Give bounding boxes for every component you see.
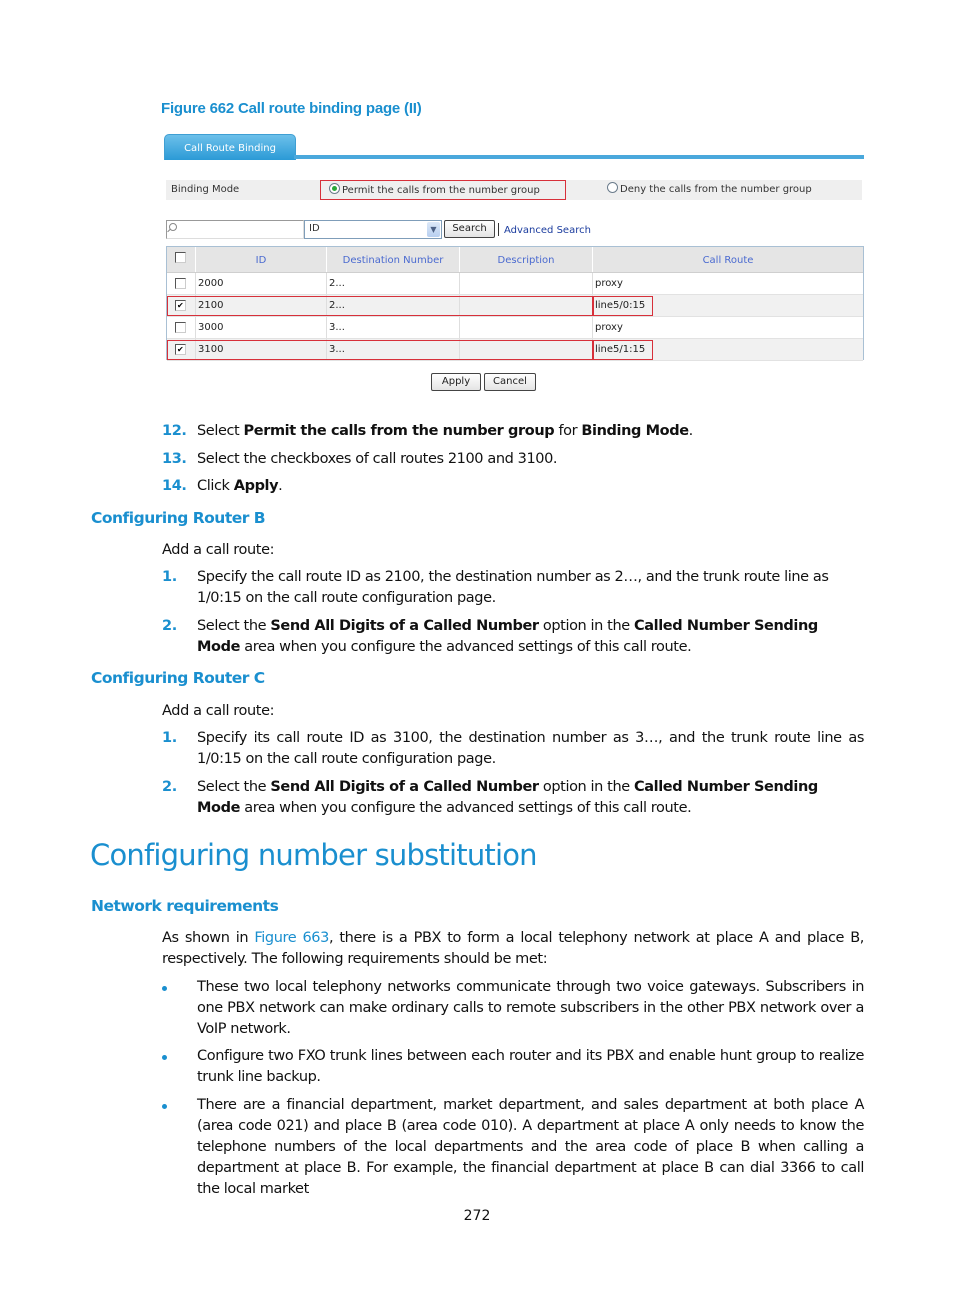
- router-c-intro: Add a call route:: [162, 703, 275, 719]
- bullet-icon: [162, 1104, 167, 1109]
- call-route-table: ID Destination Number Description Call R…: [166, 246, 864, 361]
- step-12: 12. Select Permit the calls from the num…: [162, 423, 693, 439]
- advanced-search-link[interactable]: Advanced Search: [504, 225, 591, 236]
- search-field-value: ID: [309, 223, 320, 234]
- column-header-destination[interactable]: Destination Number: [327, 247, 460, 272]
- binding-mode-row: Binding Mode Permit the calls from the n…: [166, 180, 862, 200]
- search-button[interactable]: Search: [444, 220, 495, 238]
- tab-call-route-binding[interactable]: Call Route Binding: [164, 134, 296, 160]
- highlight-box: [593, 296, 653, 316]
- cell-description: [460, 317, 593, 338]
- call-route-binding-page: Call Route Binding Binding Mode Permit t…: [164, 134, 864, 399]
- row-checkbox[interactable]: [175, 278, 186, 289]
- column-header-call-route[interactable]: Call Route: [593, 247, 863, 272]
- cancel-button[interactable]: Cancel: [484, 373, 536, 391]
- bullet-icon: [162, 1055, 167, 1060]
- cell-call-route: proxy: [595, 322, 623, 333]
- cell-checkbox: [167, 317, 196, 338]
- cell-id: 2000: [196, 273, 327, 294]
- binding-mode-label: Binding Mode: [171, 184, 240, 195]
- table-row[interactable]: 21002...line5/0:15: [167, 295, 863, 317]
- highlight-box: [167, 296, 593, 316]
- search-icon: [169, 223, 177, 231]
- section-title: Configuring number substitution: [90, 838, 538, 872]
- search-input[interactable]: [166, 220, 304, 239]
- cell-checkbox: [167, 273, 196, 294]
- router-c-step-2: 2. Select the Send All Digits of a Calle…: [162, 779, 818, 816]
- select-all-checkbox[interactable]: [175, 252, 186, 263]
- router-b-step-2: 2. Select the Send All Digits of a Calle…: [162, 618, 818, 655]
- figure-663-link[interactable]: Figure 663: [254, 930, 329, 946]
- chevron-down-icon[interactable]: ▼: [427, 222, 440, 237]
- tab-bar-line: [294, 155, 864, 159]
- separator: [498, 223, 499, 236]
- cell-call-route: proxy: [595, 278, 623, 289]
- cell-description: [460, 273, 593, 294]
- router-c-step-1: 1. Specify its call route ID as 3100, th…: [162, 730, 864, 767]
- apply-button[interactable]: Apply: [431, 373, 481, 391]
- heading-network-requirements: Network requirements: [91, 897, 279, 915]
- heading-router-b: Configuring Router B: [91, 509, 266, 527]
- heading-router-c: Configuring Router C: [91, 669, 265, 687]
- permit-option-highlight[interactable]: Permit the calls from the number group: [320, 180, 566, 200]
- deny-option[interactable]: Deny the calls from the number group: [599, 180, 812, 200]
- column-header-description[interactable]: Description: [460, 247, 593, 272]
- deny-radio[interactable]: [607, 182, 618, 193]
- table-row[interactable]: 31003...line5/1:15: [167, 339, 863, 361]
- highlight-box: [593, 340, 653, 360]
- highlight-box: [167, 340, 593, 360]
- cell-destination: 2...: [327, 273, 460, 294]
- bullet-item: These two local telephony networks commu…: [162, 977, 864, 1040]
- row-checkbox[interactable]: [175, 322, 186, 333]
- page-number: 272: [463, 1208, 491, 1224]
- permit-radio[interactable]: [329, 183, 340, 194]
- cell-destination: 3...: [327, 317, 460, 338]
- column-header-id[interactable]: ID: [196, 247, 327, 272]
- router-b-step-1: 1. Specify the call route ID as 2100, th…: [162, 569, 829, 606]
- deny-option-label: Deny the calls from the number group: [620, 184, 812, 195]
- table-header: ID Destination Number Description Call R…: [167, 247, 863, 273]
- permit-option-label: Permit the calls from the number group: [342, 185, 540, 196]
- step-14: 14. Click Apply.: [162, 478, 283, 494]
- header-select-all-cell: [167, 247, 196, 272]
- section-intro: As shown in Figure 663, there is a PBX t…: [162, 930, 864, 967]
- bullet-item: Configure two FXO trunk lines between ea…: [162, 1046, 864, 1088]
- bullet-item: There are a financial department, market…: [162, 1095, 864, 1200]
- step-13: 13. Select the checkboxes of call routes…: [162, 451, 558, 467]
- cell-id: 3000: [196, 317, 327, 338]
- search-field-select[interactable]: ID ▼: [304, 220, 442, 239]
- table-row[interactable]: 3000 3... proxy: [167, 317, 863, 339]
- router-b-intro: Add a call route:: [162, 542, 275, 558]
- table-row[interactable]: 2000 2... proxy: [167, 273, 863, 295]
- figure-caption: Figure 662 Call route binding page (II): [161, 100, 422, 117]
- bullet-icon: [162, 986, 167, 991]
